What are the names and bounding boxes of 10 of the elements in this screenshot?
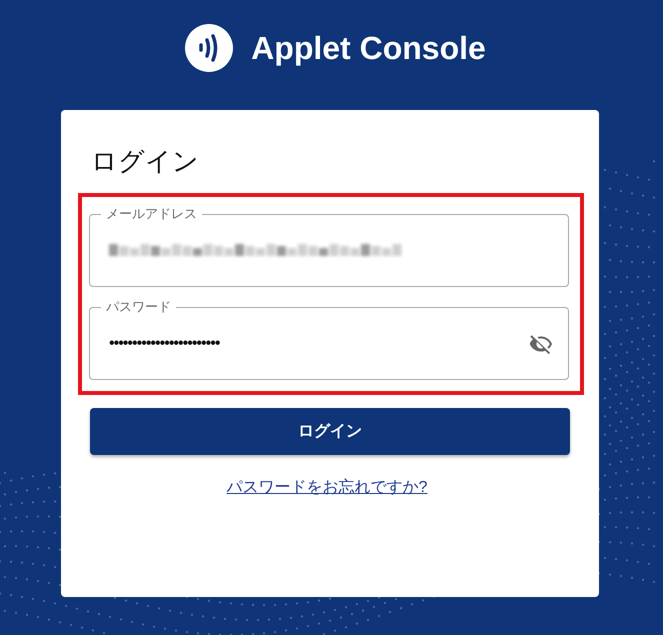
sound-wave-logo-icon	[185, 24, 234, 72]
forgot-password-link[interactable]: パスワードをお忘れですか?	[226, 477, 428, 498]
login-button[interactable]: ログイン	[90, 408, 570, 455]
password-value: ••••••••••••••••••••••••	[109, 334, 221, 352]
field-label: メールアドレス	[101, 205, 202, 222]
password-field[interactable]: パスワード ••••••••••••••••••••••••	[89, 298, 569, 380]
card-title: ログイン	[91, 145, 200, 178]
field-label: パスワード	[101, 298, 176, 315]
app-title: Applet Console	[251, 30, 486, 66]
email-field[interactable]: メールアドレス	[89, 205, 569, 287]
